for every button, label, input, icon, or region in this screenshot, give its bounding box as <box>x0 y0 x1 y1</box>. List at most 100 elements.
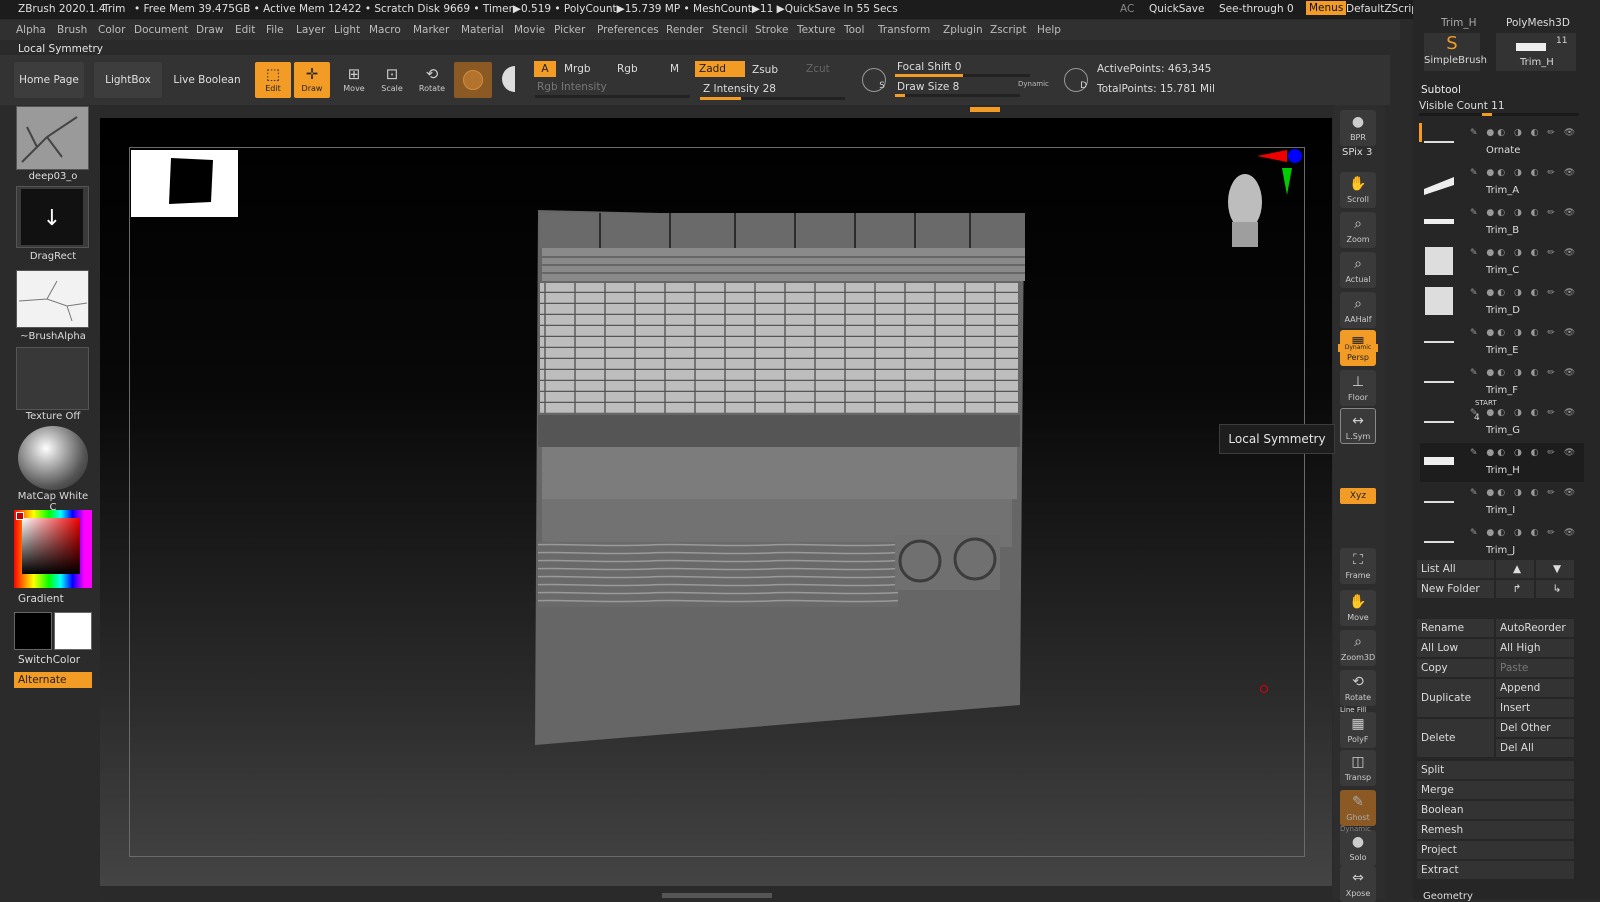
bpr-button[interactable]: ● BPR <box>1340 110 1376 146</box>
menu-material[interactable]: Material <box>461 24 504 36</box>
gradient-label[interactable]: Gradient <box>18 593 64 605</box>
menu-marker[interactable]: Marker <box>413 24 449 36</box>
see-through-slider[interactable]: See-through 0 <box>1219 3 1294 15</box>
subtool-visibility-icon[interactable]: ✎ ●◐ ◑ ◐ ✏ 👁 <box>1470 488 1578 498</box>
trim-h-tool-button[interactable]: 11 Trim_H <box>1496 33 1576 71</box>
subtool-item[interactable]: ✎ ●◐ ◑ ◐ ✏ 👁 Trim_F <box>1420 363 1584 402</box>
menu-macro[interactable]: Macro <box>369 24 401 36</box>
extract-section[interactable]: Extract <box>1417 861 1574 879</box>
ghost-button[interactable]: ✎ Ghost <box>1340 790 1376 826</box>
rename-button[interactable]: Rename <box>1417 619 1494 637</box>
all-high-button[interactable]: All High <box>1496 639 1574 657</box>
xyz-button[interactable]: Xyz <box>1340 488 1376 504</box>
home-page-button[interactable]: Home Page <box>14 62 84 98</box>
symmetry-d-icon[interactable]: D <box>1064 68 1088 92</box>
menu-zplugin[interactable]: Zplugin <box>943 24 983 36</box>
visible-count[interactable]: Visible Count 11 <box>1419 100 1505 112</box>
remesh-section[interactable]: Remesh <box>1417 821 1574 839</box>
switch-color-button[interactable]: SwitchColor <box>18 654 80 666</box>
stroke-thumbnail[interactable]: ↓ <box>16 186 89 248</box>
bottom-scroll-handle[interactable] <box>662 893 772 898</box>
edit-button[interactable]: ⬚ Edit <box>255 62 291 98</box>
dynamic-label[interactable]: Dynamic <box>1018 80 1049 88</box>
subtool-item[interactable]: ✎ ●◐ ◑ ◐ ✏ 👁 Trim_A <box>1420 163 1584 202</box>
split-section[interactable]: Split <box>1417 761 1574 779</box>
simplebrush-tool-button[interactable]: S SimpleBrush <box>1424 33 1487 71</box>
subtool-visibility-icon[interactable]: ✎ ●◐ ◑ ◐ ✏ 👁 <box>1470 368 1578 378</box>
frame-button[interactable]: ⛶ Frame <box>1340 548 1376 584</box>
scale-button[interactable]: ⊡ Scale <box>374 62 410 98</box>
del-all-button[interactable]: Del All <box>1496 739 1574 757</box>
focal-shift-slider[interactable] <box>895 74 1030 77</box>
autoreorder-button[interactable]: AutoReorder <box>1496 619 1574 637</box>
solo-button[interactable]: ● Solo <box>1340 830 1376 866</box>
new-folder-button[interactable]: New Folder <box>1417 580 1494 598</box>
rotate-button[interactable]: ⟲ Rotate <box>414 62 450 98</box>
color-selector-icon[interactable] <box>16 512 24 520</box>
menu-draw[interactable]: Draw <box>196 24 223 36</box>
append-button[interactable]: Append <box>1496 679 1574 697</box>
zoom-button[interactable]: ⌕ Zoom <box>1340 212 1376 248</box>
menu-transform[interactable]: Transform <box>878 24 930 36</box>
menu-alpha[interactable]: Alpha <box>16 24 46 36</box>
subtool-item[interactable]: ✎ ●◐ ◑ ◐ ✏ 👁 Trim_G <box>1420 403 1584 442</box>
menu-help[interactable]: Help <box>1037 24 1061 36</box>
subtool-visibility-icon[interactable]: ✎ ●◐ ◑ ◐ ✏ 👁 <box>1470 168 1578 178</box>
move-folder-down-button[interactable]: ↳ <box>1536 580 1574 598</box>
color-picker[interactable] <box>14 510 92 588</box>
menu-texture[interactable]: Texture <box>797 24 835 36</box>
menu-stencil[interactable]: Stencil <box>712 24 748 36</box>
menu-render[interactable]: Render <box>666 24 703 36</box>
subtool-visibility-icon[interactable]: ✎ ●◐ ◑ ◐ ✏ 👁 <box>1470 408 1578 418</box>
l-sym-button[interactable]: ↔ L.Sym <box>1340 408 1376 444</box>
aahalf-button[interactable]: ⌕ AAHalf <box>1340 292 1376 328</box>
mrgb-button[interactable]: Mrgb <box>564 63 591 75</box>
list-all-button[interactable]: List All <box>1417 560 1494 578</box>
spix-3-button[interactable]: SPix 3 <box>1342 147 1372 158</box>
move-button[interactable]: ⊞ Move <box>336 62 372 98</box>
menu-movie[interactable]: Movie <box>514 24 545 36</box>
subtool-item[interactable]: ✎ ●◐ ◑ ◐ ✏ 👁 Trim_B <box>1420 203 1584 242</box>
alpha-thumbnail[interactable] <box>16 270 89 328</box>
symmetry-s-icon[interactable]: S <box>862 68 886 92</box>
subtool-visibility-icon[interactable]: ✎ ●◐ ◑ ◐ ✏ 👁 <box>1470 208 1578 218</box>
subtool-item[interactable]: ✎ ●◐ ◑ ◐ ✏ 👁 Trim_I <box>1420 483 1584 522</box>
matcap-material-icon[interactable] <box>18 426 88 490</box>
menu-layer[interactable]: Layer <box>296 24 325 36</box>
polyf-button[interactable]: ▦ PolyF <box>1340 712 1376 748</box>
paste-button[interactable]: Paste <box>1496 659 1574 677</box>
material-swatch-button[interactable] <box>454 62 492 98</box>
navigator-thumbnail[interactable] <box>131 150 238 217</box>
subtool-header[interactable]: Subtool <box>1421 84 1461 96</box>
texture-thumbnail[interactable] <box>16 347 89 410</box>
color-sphere-icon[interactable] <box>502 66 528 92</box>
xpose-button[interactable]: ⇔ Xpose <box>1340 866 1376 902</box>
subtool-item[interactable]: ✎ ●◐ ◑ ◐ ✏ 👁 Trim_J <box>1420 523 1584 562</box>
geometry-section[interactable]: Geometry <box>1423 891 1473 902</box>
visible-count-handle[interactable] <box>1482 113 1492 116</box>
menu-zscript[interactable]: Zscript <box>990 24 1026 36</box>
subtool-item[interactable]: ✎ ●◐ ◑ ◐ ✏ 👁 Trim_E <box>1420 323 1584 362</box>
rgb-button[interactable]: Rgb <box>617 63 638 75</box>
floor-button[interactable]: ⊥ Floor <box>1340 370 1376 406</box>
secondary-color-swatch[interactable] <box>14 612 52 650</box>
menu-stroke[interactable]: Stroke <box>755 24 788 36</box>
rgb-intensity-slider[interactable] <box>535 95 690 98</box>
quicksave-button[interactable]: QuickSave <box>1149 3 1204 15</box>
visible-count-slider[interactable] <box>1419 113 1579 116</box>
zcut-button[interactable]: Zcut <box>806 63 830 75</box>
m-button[interactable]: M <box>670 63 679 75</box>
menu-preferences[interactable]: Preferences <box>597 24 659 36</box>
scroll-button[interactable]: ✋ Scroll <box>1340 172 1376 208</box>
trim-sheet-model[interactable] <box>530 205 1050 750</box>
menus-button[interactable]: Menus <box>1306 1 1347 15</box>
dynamic-solo-label[interactable]: Dynamic <box>1340 825 1371 833</box>
dynamic-persp-label[interactable]: Dynamic <box>1338 344 1378 352</box>
rotate-button[interactable]: ⟲ Rotate <box>1340 670 1376 706</box>
a-button[interactable]: A <box>534 61 556 77</box>
ac-label[interactable]: AC <box>1120 3 1134 15</box>
menu-file[interactable]: File <box>266 24 284 36</box>
move-up-button[interactable]: ▲ <box>1496 560 1534 578</box>
subtool-item[interactable]: ✎ ●◐ ◑ ◐ ✏ 👁 Trim_C <box>1420 243 1584 282</box>
line-fill-label[interactable]: Line Fill <box>1340 706 1366 714</box>
